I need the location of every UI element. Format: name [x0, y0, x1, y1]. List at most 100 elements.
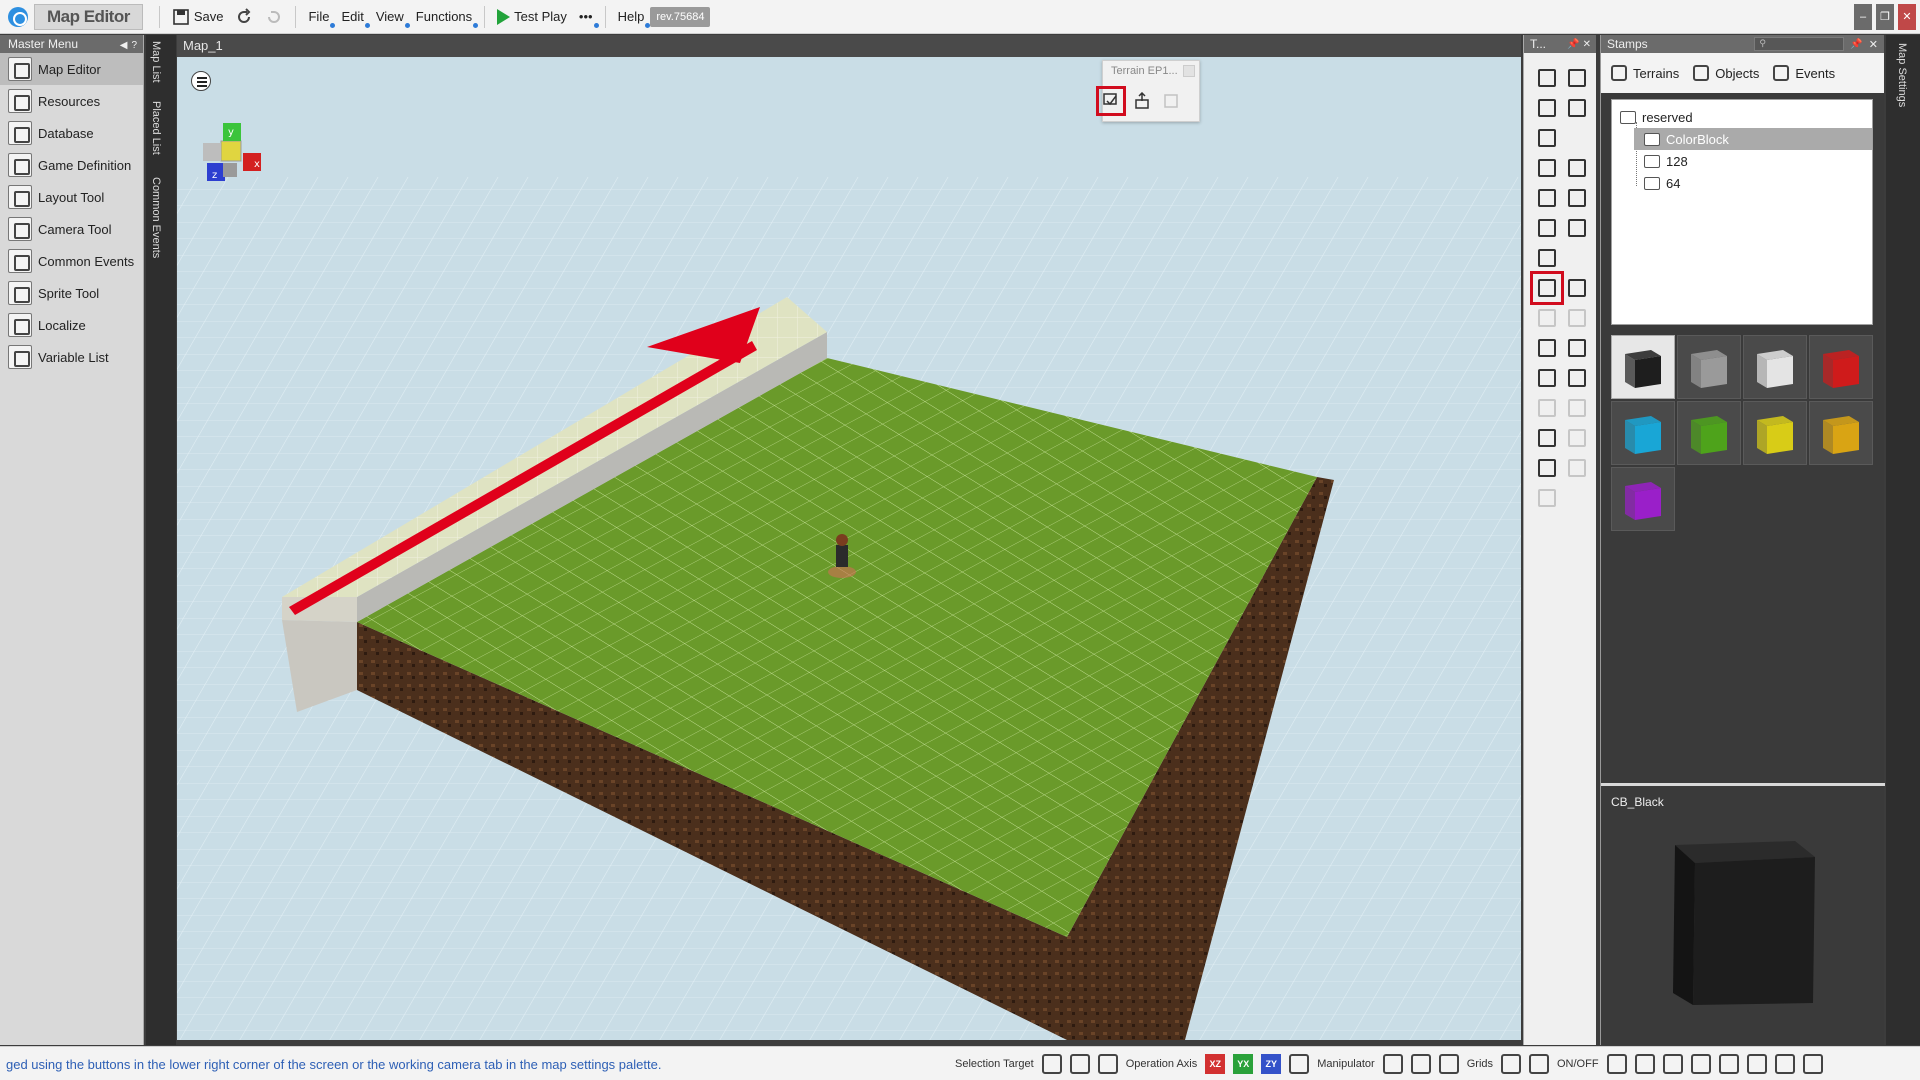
help-icon[interactable]: ? — [131, 40, 137, 51]
viewport-menu-button[interactable] — [191, 71, 211, 91]
tool-duplicate[interactable] — [1532, 453, 1562, 483]
tool-cube[interactable] — [1532, 123, 1562, 153]
pin-icon[interactable]: 📌 — [1567, 39, 1579, 50]
terrain-clear-button[interactable] — [1158, 88, 1184, 114]
close-icon[interactable]: ✕ — [1583, 39, 1591, 50]
bug-display-icon[interactable] — [1774, 1054, 1795, 1074]
collapse-icon[interactable]: ◀ — [120, 40, 128, 51]
redo-button[interactable] — [259, 5, 289, 29]
sphere-display-icon[interactable] — [1718, 1054, 1739, 1074]
tool-delete[interactable] — [1532, 483, 1562, 513]
tool-box[interactable] — [1562, 363, 1592, 393]
scale-manipulator-icon[interactable] — [1438, 1054, 1459, 1074]
tool-triangle[interactable] — [1532, 363, 1562, 393]
menu-functions[interactable]: Functions — [410, 6, 479, 28]
tool-brush[interactable] — [1532, 213, 1562, 243]
tree-node-64[interactable]: 64 — [1644, 172, 1680, 194]
tab-objects[interactable]: Objects — [1693, 65, 1759, 81]
layer-display-icon[interactable] — [1634, 1054, 1655, 1074]
stamp-swatch[interactable] — [1611, 335, 1675, 399]
selection-objects-icon[interactable] — [1069, 1054, 1090, 1074]
tab-map-list[interactable]: Map List — [150, 41, 162, 83]
panel-toggle-icon[interactable] — [1802, 1054, 1823, 1074]
tool-fill[interactable] — [1562, 153, 1592, 183]
master-item-resources[interactable]: Resources — [0, 85, 143, 117]
stamp-swatch[interactable] — [1677, 401, 1741, 465]
tool-slope[interactable] — [1532, 333, 1562, 363]
menu-edit[interactable]: Edit — [335, 6, 371, 28]
axis-yx-button[interactable]: YX — [1233, 1054, 1254, 1074]
tool-copy-dim[interactable] — [1532, 393, 1562, 423]
stamp-swatch[interactable] — [1611, 467, 1675, 531]
globe-display-icon[interactable] — [1746, 1054, 1767, 1074]
master-item-camera-tool[interactable]: Camera Tool — [0, 213, 143, 245]
master-item-common-events[interactable]: Common Events — [0, 245, 143, 277]
move-manipulator-icon[interactable] — [1382, 1054, 1403, 1074]
rotate-manipulator-icon[interactable] — [1410, 1054, 1431, 1074]
minimize-button[interactable]: – — [1854, 4, 1872, 30]
close-button[interactable]: ✕ — [1898, 4, 1916, 30]
tab-common-events[interactable]: Common Events — [150, 177, 162, 258]
tab-terrains[interactable]: Terrains — [1611, 65, 1679, 81]
stamp-swatch[interactable] — [1743, 335, 1807, 399]
master-item-variable-list[interactable]: Variable List — [0, 341, 143, 373]
tool-lasso[interactable] — [1532, 93, 1562, 123]
map-viewport[interactable]: Map_1 y x z Terrain EP1... — [177, 35, 1521, 1040]
map-tab[interactable]: Map_1 — [177, 35, 1521, 57]
map-settings-tab[interactable]: Map Settings — [1886, 35, 1920, 1045]
tool-select-rect[interactable] — [1532, 63, 1562, 93]
stamp-swatch[interactable] — [1743, 401, 1807, 465]
tool-house[interactable] — [1532, 243, 1562, 273]
master-item-game-definition[interactable]: Game Definition — [0, 149, 143, 181]
test-play-button[interactable]: Test Play — [491, 6, 573, 28]
tool-clipboard[interactable] — [1562, 453, 1592, 483]
selection-terrain-icon[interactable] — [1097, 1054, 1118, 1074]
master-item-map-editor[interactable]: Map Editor — [0, 53, 143, 85]
panel-divider[interactable] — [1601, 783, 1885, 786]
grid-toggle-icon[interactable] — [1529, 1054, 1549, 1074]
tool-select-pointer[interactable] — [1562, 63, 1592, 93]
terrain-edit-button[interactable] — [1096, 86, 1126, 116]
tool-eyedropper[interactable] — [1562, 183, 1592, 213]
axis-xz-button[interactable]: XZ — [1205, 1054, 1226, 1074]
stamps-search-input[interactable]: ⚲ — [1754, 37, 1845, 51]
tool-rotate[interactable] — [1532, 303, 1562, 333]
master-item-localize[interactable]: Localize — [0, 309, 143, 341]
maximize-button[interactable]: ❐ — [1876, 4, 1894, 30]
tab-events[interactable]: Events — [1773, 65, 1835, 81]
tool-target[interactable] — [1562, 423, 1592, 453]
tool-camera[interactable] — [1532, 423, 1562, 453]
tool-layers[interactable] — [1562, 333, 1592, 363]
stamp-swatch[interactable] — [1809, 335, 1873, 399]
tree-node-reserved[interactable]: reserved — [1620, 106, 1693, 128]
stamp-swatch[interactable] — [1611, 401, 1675, 465]
tool-stamp-brush[interactable] — [1562, 213, 1592, 243]
tree-node-128[interactable]: 128 — [1644, 150, 1688, 172]
tool-raise-terrain[interactable] — [1530, 271, 1564, 305]
terrain-raise-button[interactable] — [1129, 88, 1155, 114]
grid-display-icon[interactable] — [1606, 1054, 1627, 1074]
tool-flip[interactable] — [1562, 303, 1592, 333]
master-item-database[interactable]: Database — [0, 117, 143, 149]
tool-pencil[interactable] — [1532, 153, 1562, 183]
menu-help[interactable]: Help — [612, 6, 651, 28]
master-item-layout-tool[interactable]: Layout Tool — [0, 181, 143, 213]
stamp-swatch[interactable] — [1677, 335, 1741, 399]
menu-file[interactable]: File — [302, 6, 336, 28]
more-button[interactable]: ••• — [573, 6, 599, 28]
stamp-swatch[interactable] — [1809, 401, 1873, 465]
undo-button[interactable] — [229, 5, 259, 29]
tool-grid-select[interactable] — [1562, 93, 1592, 123]
master-item-sprite-tool[interactable]: Sprite Tool — [0, 277, 143, 309]
grid-snap-icon[interactable] — [1501, 1054, 1521, 1074]
selection-all-icon[interactable] — [1041, 1054, 1062, 1074]
scene-3d[interactable]: y x z — [177, 57, 1521, 1040]
tool-paste-dim[interactable] — [1562, 393, 1592, 423]
tree-node-colorblock[interactable]: ColorBlock — [1634, 128, 1872, 150]
tab-placed-list[interactable]: Placed List — [150, 101, 162, 155]
tool-lower-terrain[interactable] — [1562, 273, 1592, 303]
save-button[interactable]: Save — [166, 5, 230, 29]
manipulator-icon[interactable] — [1289, 1054, 1310, 1074]
menu-view[interactable]: View — [370, 6, 410, 28]
light-display-icon[interactable] — [1690, 1054, 1711, 1074]
